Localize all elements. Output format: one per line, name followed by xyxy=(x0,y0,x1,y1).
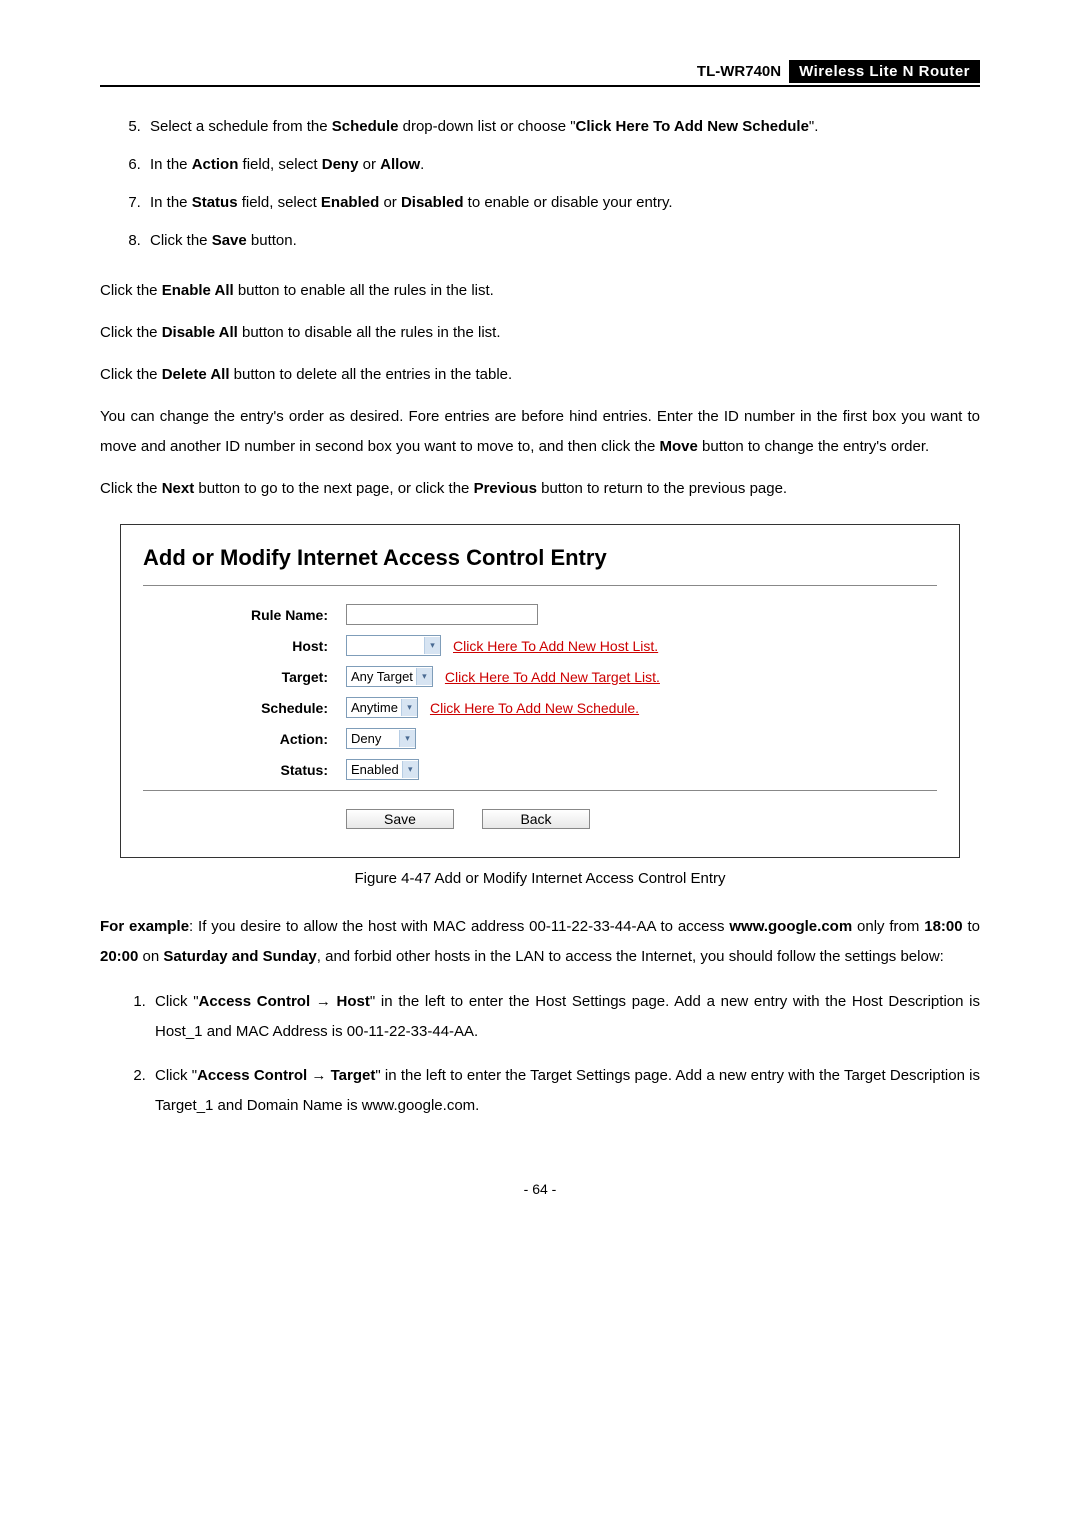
disable-all-note: Click the Disable All button to disable … xyxy=(100,318,980,348)
enable-all-note: Click the Enable All button to enable al… xyxy=(100,276,980,306)
chevron-down-icon: ▾ xyxy=(402,761,418,778)
add-host-link[interactable]: Click Here To Add New Host List. xyxy=(453,638,658,654)
model-number: TL-WR740N xyxy=(689,60,789,83)
rule-name-label: Rule Name: xyxy=(143,607,346,623)
page-number: - 64 - xyxy=(100,1181,980,1197)
action-select-value: Deny xyxy=(351,731,396,746)
step-6: In the Action field, select Deny or Allo… xyxy=(145,150,980,180)
move-note: You can change the entry's order as desi… xyxy=(100,402,980,462)
example-step-1: Click "Access Control → Host" in the lef… xyxy=(150,987,980,1047)
figure-title: Add or Modify Internet Access Control En… xyxy=(143,545,937,571)
delete-all-note: Click the Delete All button to delete al… xyxy=(100,360,980,390)
divider xyxy=(143,790,937,791)
example-step-2: Click "Access Control → Target" in the l… xyxy=(150,1061,980,1121)
figure-4-47: Add or Modify Internet Access Control En… xyxy=(120,524,960,858)
example-lead: For example: If you desire to allow the … xyxy=(100,912,980,972)
add-target-link[interactable]: Click Here To Add New Target List. xyxy=(445,669,660,685)
add-schedule-link[interactable]: Click Here To Add New Schedule. xyxy=(430,700,639,716)
status-label: Status: xyxy=(143,762,346,778)
target-select[interactable]: Any Target ▾ xyxy=(346,666,433,687)
figure-caption: Figure 4-47 Add or Modify Internet Acces… xyxy=(100,870,980,887)
schedule-label: Schedule: xyxy=(143,700,346,716)
target-select-value: Any Target xyxy=(351,669,413,684)
action-label: Action: xyxy=(143,731,346,747)
back-button[interactable]: Back xyxy=(482,809,590,829)
save-button[interactable]: Save xyxy=(346,809,454,829)
host-label: Host: xyxy=(143,638,346,654)
chevron-down-icon: ▾ xyxy=(424,637,440,654)
paging-note: Click the Next button to go to the next … xyxy=(100,474,980,504)
chevron-down-icon: ▾ xyxy=(399,730,415,747)
target-label: Target: xyxy=(143,669,346,685)
chevron-down-icon: ▾ xyxy=(416,668,432,685)
example-steps: Click "Access Control → Host" in the lef… xyxy=(100,987,980,1121)
schedule-select[interactable]: Anytime ▾ xyxy=(346,697,418,718)
page-header: TL-WR740NWireless Lite N Router xyxy=(100,60,980,87)
schedule-select-value: Anytime xyxy=(351,700,398,715)
host-select[interactable]: ▾ xyxy=(346,635,441,656)
status-select-value: Enabled xyxy=(351,762,399,777)
rule-name-input[interactable] xyxy=(346,604,538,625)
product-desc: Wireless Lite N Router xyxy=(789,60,980,83)
divider xyxy=(143,585,937,586)
action-select[interactable]: Deny ▾ xyxy=(346,728,416,749)
step-7: In the Status field, select Enabled or D… xyxy=(145,188,980,218)
step-8: Click the Save button. xyxy=(145,226,980,256)
chevron-down-icon: ▾ xyxy=(401,699,417,716)
instruction-list: Select a schedule from the Schedule drop… xyxy=(100,112,980,256)
status-select[interactable]: Enabled ▾ xyxy=(346,759,419,780)
step-5: Select a schedule from the Schedule drop… xyxy=(145,112,980,142)
